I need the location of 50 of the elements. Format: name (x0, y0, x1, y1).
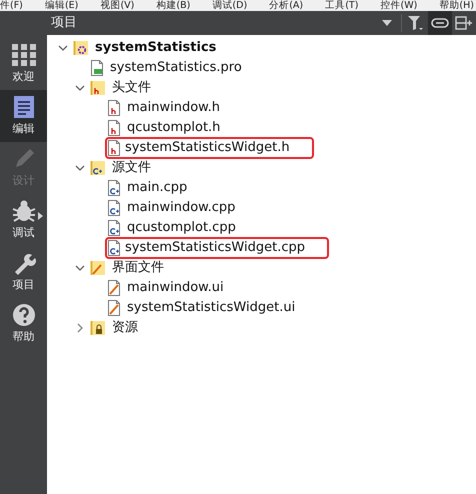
file-icon (107, 240, 121, 256)
menu-item[interactable]: 分析(A) (269, 0, 304, 11)
menu-item[interactable]: 件(F) (0, 0, 23, 11)
menu-item[interactable]: 构建(B) (156, 0, 190, 11)
tree-item[interactable]: mainwindow.h (125, 99, 222, 117)
menu-item[interactable]: 编辑(E) (44, 0, 78, 11)
file-icon (107, 180, 121, 196)
tree-item[interactable]: qcustomplot.cpp (125, 219, 238, 237)
project-icon (73, 40, 89, 56)
folder-icon (90, 260, 106, 276)
file-icon (107, 220, 121, 236)
file-icon (107, 300, 121, 316)
tree-item[interactable]: systemStatisticsWidget.h (107, 139, 312, 157)
folder-icon (90, 160, 106, 176)
file-icon (107, 100, 121, 116)
tree-item[interactable]: 资源 (110, 319, 140, 337)
tree-item[interactable]: systemStatisticsWidget.ui (125, 299, 298, 317)
menu-item[interactable]: 控件(W) (380, 0, 418, 11)
file-icon (107, 120, 121, 136)
help-icon (12, 302, 36, 329)
link-icon[interactable] (428, 11, 452, 35)
mode-button[interactable]: 编辑 (0, 90, 47, 142)
menu-item[interactable]: 调试(D) (212, 0, 248, 11)
tree-item[interactable]: systemStatistics (93, 39, 218, 57)
document-icon (12, 94, 34, 121)
tree-item[interactable]: qcustomplot.h (125, 119, 222, 137)
tree-item[interactable]: 界面文件 (110, 259, 166, 277)
file-icon (107, 280, 121, 296)
tree-item[interactable]: systemStatisticsWidget.cpp (107, 239, 327, 257)
file-icon (107, 200, 121, 216)
menu-item[interactable]: 视图(V) (100, 0, 134, 11)
folder-lock-icon (90, 320, 106, 336)
grid-icon (10, 42, 36, 69)
tree-item[interactable]: mainwindow.ui (125, 279, 226, 297)
menu-item[interactable]: 工具(T) (325, 0, 358, 11)
file-icon (90, 60, 104, 76)
tree-item[interactable]: systemStatistics.pro (108, 59, 244, 77)
tree-item[interactable]: 头文件 (110, 79, 153, 97)
tree-item[interactable]: main.cpp (125, 179, 190, 197)
folder-icon (90, 80, 106, 96)
mode-button[interactable]: 帮助 (0, 298, 47, 350)
panel-title: 项目 (51, 14, 78, 32)
mode-button[interactable]: 项目 (0, 246, 47, 298)
menu-item[interactable]: 帮助(H) (439, 0, 474, 11)
mode-button[interactable]: 欢迎 (0, 38, 47, 90)
arrow-icon (38, 212, 43, 222)
tree-item[interactable]: 源文件 (110, 159, 153, 177)
mode-button[interactable]: 调试 (0, 194, 47, 246)
file-icon (107, 140, 121, 156)
tree-item[interactable]: mainwindow.cpp (125, 199, 238, 217)
